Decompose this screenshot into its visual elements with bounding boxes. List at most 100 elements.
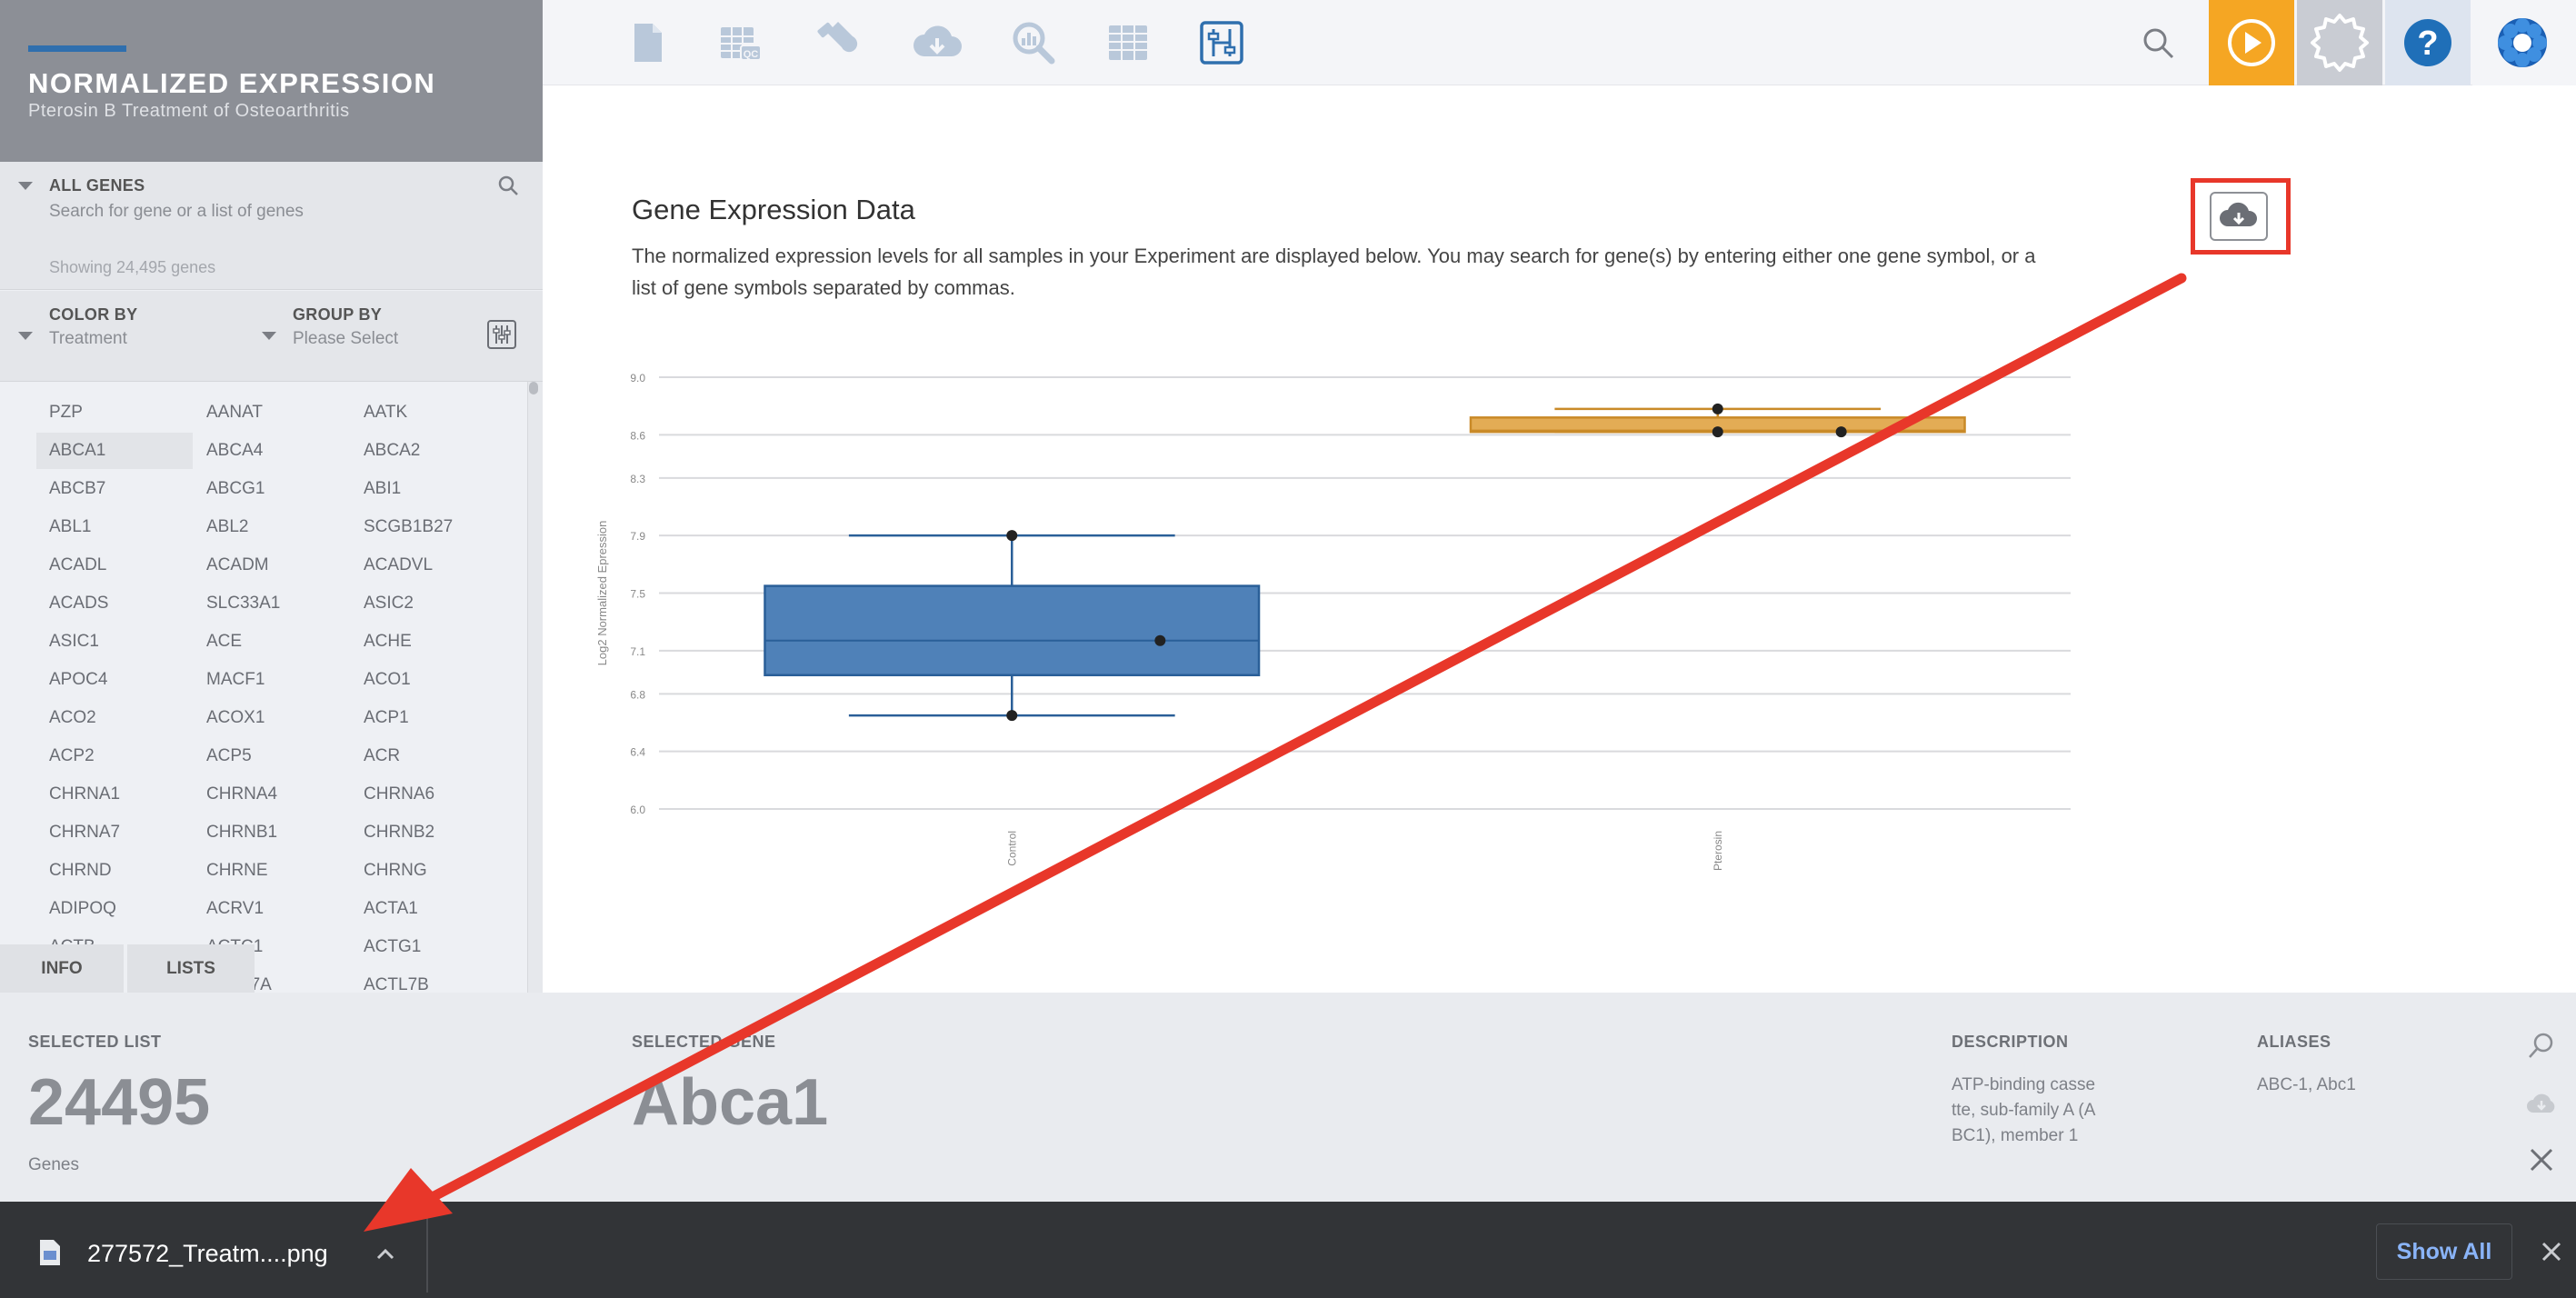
filter-settings-button[interactable]	[487, 320, 516, 349]
chevron-down-icon[interactable]	[18, 332, 33, 340]
gene-item[interactable]: ABCA1	[36, 433, 193, 469]
data-point	[1154, 634, 1166, 646]
user-avatar[interactable]	[2472, 0, 2576, 85]
run-button[interactable]	[2209, 0, 2294, 85]
gene-set-label[interactable]: ALL GENES	[49, 176, 145, 195]
gene-item[interactable]: CHRNG	[351, 853, 507, 889]
description-label: DESCRIPTION	[1952, 1033, 2069, 1051]
gene-list-scrollbar[interactable]	[527, 382, 543, 993]
flask-icon[interactable]	[814, 20, 860, 65]
data-point	[1712, 426, 1723, 438]
gene-item[interactable]: ACE	[194, 624, 350, 660]
gene-item[interactable]: AATK	[351, 394, 507, 431]
gene-item[interactable]: ACRV1	[194, 891, 350, 927]
selected-gene-label: SELECTED GENE	[632, 1033, 776, 1051]
y-tick-label: 7.5	[630, 588, 645, 601]
gene-item[interactable]: ABCA2	[351, 433, 507, 469]
gene-item[interactable]: SLC33A1	[194, 585, 350, 622]
color-by-select[interactable]: Treatment	[49, 329, 127, 349]
gene-item[interactable]: CHRNA4	[194, 776, 350, 813]
gene-item[interactable]: ACO1	[351, 662, 507, 698]
data-point	[1835, 426, 1847, 438]
gene-item[interactable]: ADIPOQ	[36, 891, 193, 927]
y-tick-label: 6.4	[630, 746, 645, 759]
gene-item[interactable]: CHRND	[36, 853, 193, 889]
color-by-label: COLOR BY	[49, 305, 138, 324]
gene-item[interactable]: ASIC1	[36, 624, 193, 660]
cloud-download-icon[interactable]	[2525, 1091, 2558, 1116]
gene-item[interactable]: ACHE	[351, 624, 507, 660]
svg-text:QC: QC	[744, 49, 759, 60]
qc-table-icon[interactable]: QC	[717, 20, 763, 65]
x-tick-label: Control	[1005, 831, 1018, 866]
x-tick-label: Pterosin	[1712, 831, 1724, 871]
y-axis-label: Log2 Normalized Epression	[595, 521, 609, 666]
gene-item[interactable]: AANAT	[194, 394, 350, 431]
gene-item[interactable]: CHRNB2	[351, 814, 507, 851]
gene-search-input[interactable]: Search for gene or a list of genes	[49, 202, 304, 222]
gene-item[interactable]: ASIC2	[351, 585, 507, 622]
gene-item[interactable]: ABCA4	[194, 433, 350, 469]
cloud-download-icon[interactable]	[912, 20, 963, 65]
selected-list-unit: Genes	[28, 1155, 79, 1174]
gene-item[interactable]: PZP	[36, 394, 193, 431]
gene-item[interactable]: ACR	[351, 738, 507, 774]
gene-item[interactable]: ABI1	[351, 471, 507, 507]
pipeline-icon[interactable]	[1199, 20, 1244, 65]
gene-item[interactable]: ACP2	[36, 738, 193, 774]
gene-item[interactable]: ACP5	[194, 738, 350, 774]
chevron-down-icon[interactable]	[18, 182, 33, 190]
chevron-down-icon[interactable]	[262, 332, 276, 340]
data-point	[1006, 710, 1018, 722]
close-icon[interactable]	[2540, 1240, 2563, 1263]
document-icon[interactable]	[625, 20, 671, 65]
gene-item[interactable]: ACP1	[351, 700, 507, 736]
gene-item[interactable]: CHRNB1	[194, 814, 350, 851]
gene-item[interactable]: ACOX1	[194, 700, 350, 736]
gene-item[interactable]: ACADVL	[351, 547, 507, 584]
scrollbar-thumb[interactable]	[529, 382, 538, 394]
gene-item[interactable]: ABCG1	[194, 471, 350, 507]
chart-search-icon[interactable]	[1011, 20, 1056, 65]
gene-item[interactable]: ACTA1	[351, 891, 507, 927]
gene-info-panel: SELECTED LIST 24495 Genes SELECTED GENE …	[0, 993, 2576, 1202]
gene-item[interactable]: SCGB1B27	[351, 509, 507, 545]
play-icon	[2228, 19, 2275, 66]
gene-item[interactable]: ACADS	[36, 585, 193, 622]
selected-list-count: 24495	[28, 1066, 211, 1139]
gene-item[interactable]: APOC4	[36, 662, 193, 698]
gene-item[interactable]: CHRNA7	[36, 814, 193, 851]
download-divider	[426, 1207, 428, 1293]
group-by-label: GROUP BY	[293, 305, 383, 324]
sidebar: NORMALIZED EXPRESSION Pterosin B Treatme…	[0, 0, 543, 993]
table-icon[interactable]	[1105, 20, 1151, 65]
gene-item[interactable]: CHRNE	[194, 853, 350, 889]
y-tick-label: 7.9	[630, 530, 645, 543]
gene-item[interactable]: MACF1	[194, 662, 350, 698]
expression-boxplot: 9.0 8.6 8.3 7.9 7.5 7.1 6.8 6.4 6.0 Log2 Normaliz…	[595, 372, 2071, 871]
y-tick-label: 7.1	[630, 645, 645, 658]
gene-item[interactable]: CHRNA6	[351, 776, 507, 813]
search-icon[interactable]	[2527, 1031, 2556, 1060]
gene-item[interactable]: ACADL	[36, 547, 193, 584]
tab-info[interactable]: INFO	[0, 944, 124, 993]
chevron-up-icon[interactable]	[374, 1245, 396, 1263]
tab-lists[interactable]: LISTS	[127, 944, 255, 993]
downloaded-file[interactable]: 277572_Treatm....png	[87, 1240, 328, 1268]
gene-item[interactable]: ABL1	[36, 509, 193, 545]
search-icon[interactable]	[2141, 25, 2177, 62]
group-by-select[interactable]: Please Select	[293, 329, 398, 349]
gene-item[interactable]: CHRNA1	[36, 776, 193, 813]
settings-button[interactable]	[2297, 0, 2382, 85]
gene-item[interactable]: ABL2	[194, 509, 350, 545]
gene-item[interactable]: ABCB7	[36, 471, 193, 507]
search-icon[interactable]	[497, 175, 519, 196]
gene-list: PZP AANAT AATK ABCA1 ABCA4 ABCA2 ABCB7 ABCG1 ABI…	[0, 382, 527, 993]
show-all-button[interactable]: Show All	[2376, 1223, 2512, 1280]
close-icon[interactable]	[2529, 1147, 2554, 1173]
sidebar-header: NORMALIZED EXPRESSION Pterosin B Treatme…	[0, 0, 543, 162]
aliases-label: ALIASES	[2257, 1033, 2331, 1051]
gene-item[interactable]: ACADM	[194, 547, 350, 584]
help-button[interactable]: ?	[2385, 0, 2471, 85]
gene-item[interactable]: ACO2	[36, 700, 193, 736]
